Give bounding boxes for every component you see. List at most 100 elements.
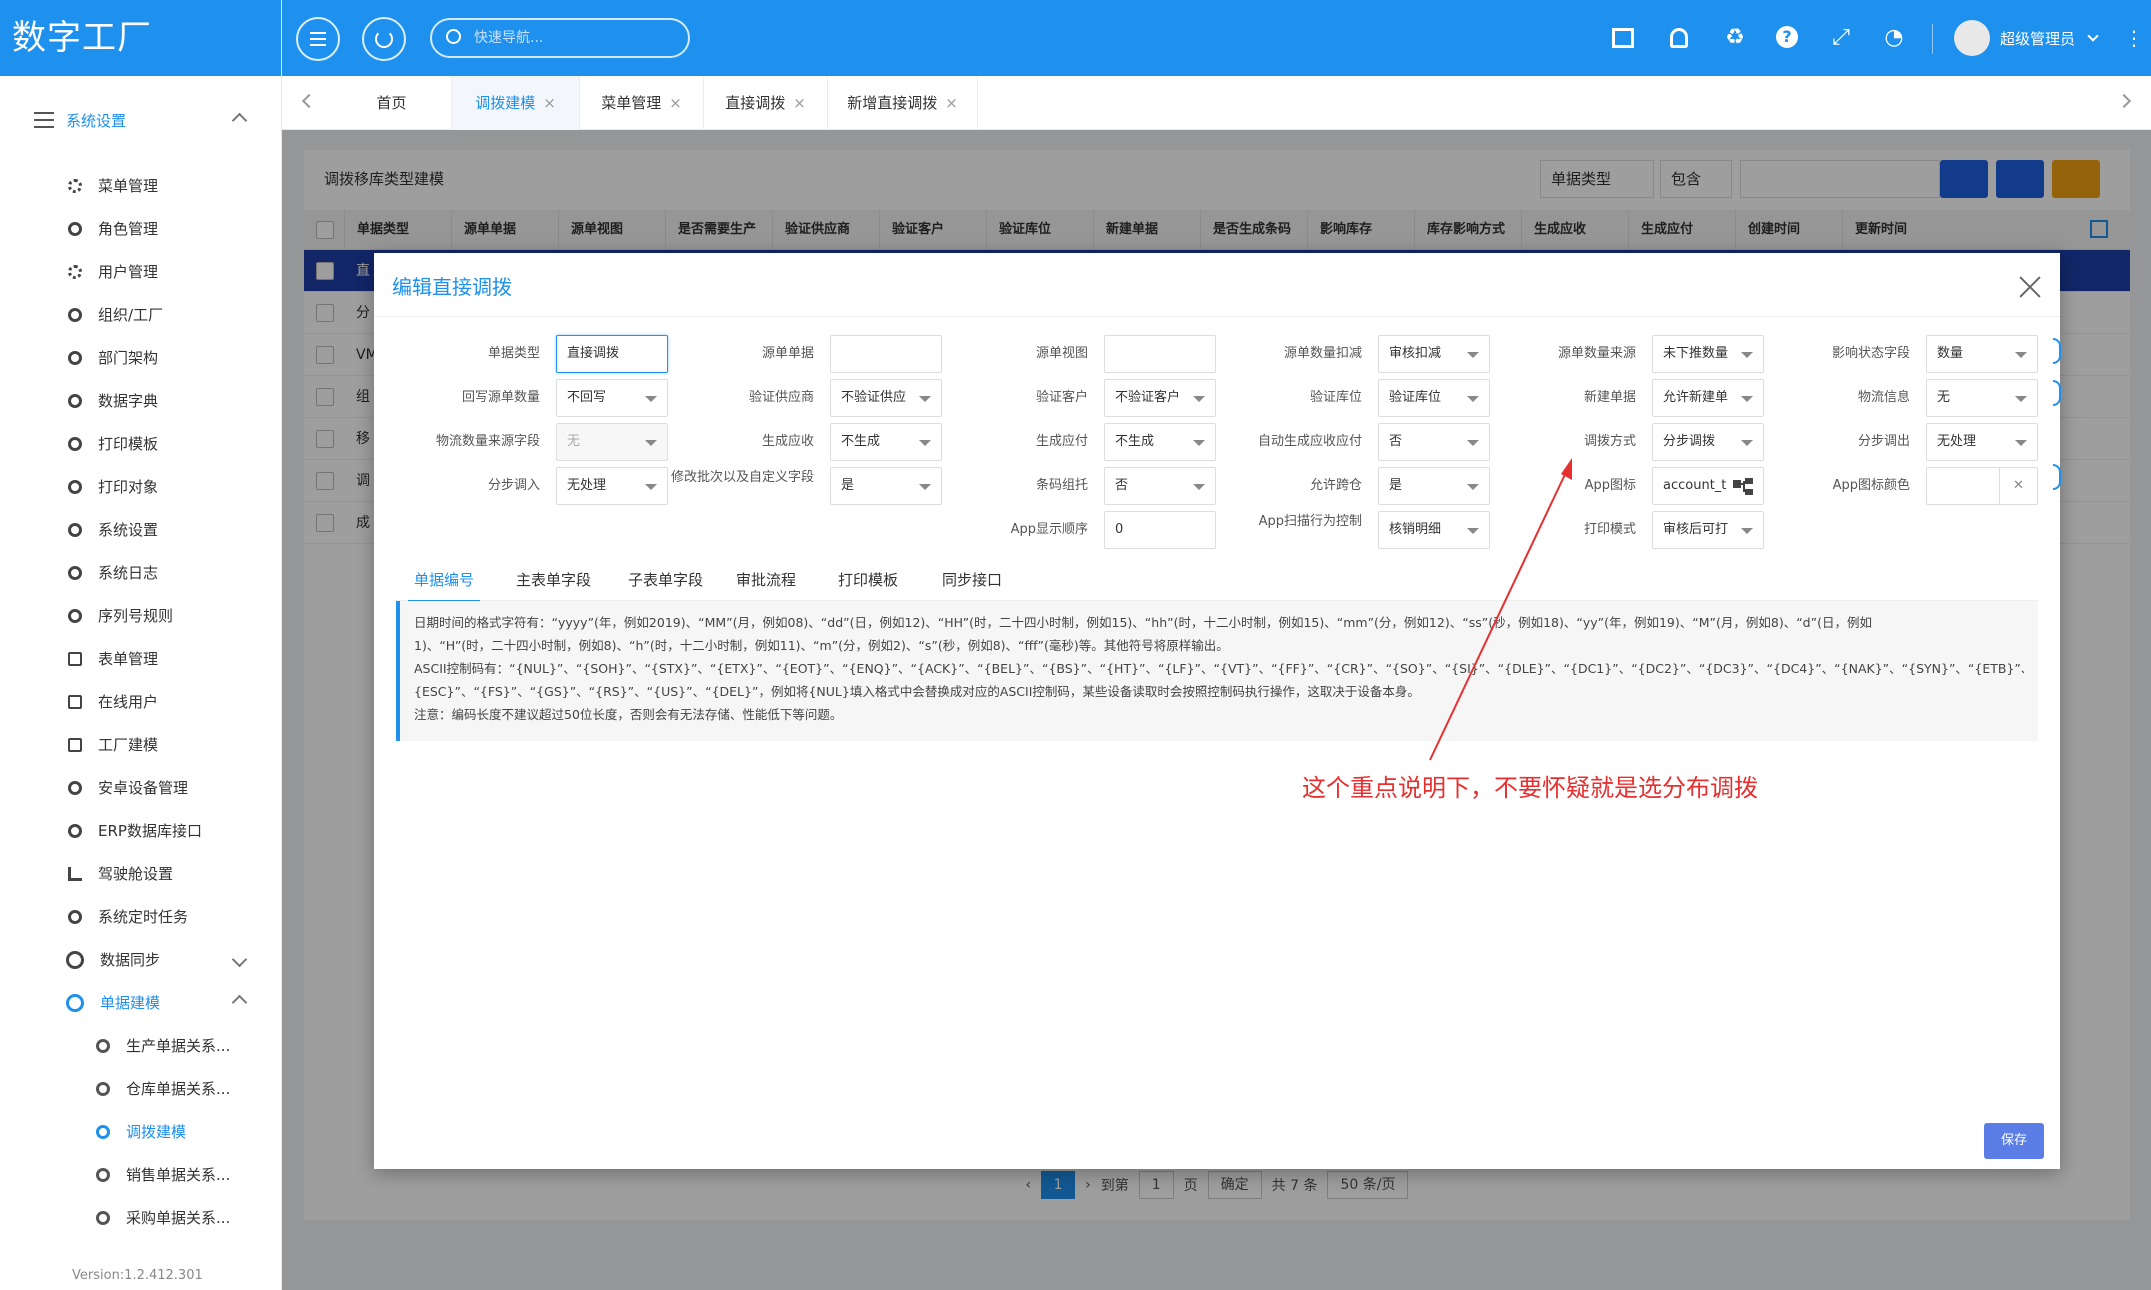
field-value: 核销明细 [1389, 522, 1442, 537]
sidebar-item-label: 菜单管理 [98, 177, 159, 195]
bell-icon[interactable] [1670, 28, 1688, 48]
list-icon [34, 112, 54, 128]
dialog-tab[interactable]: 子表单字段 [628, 559, 703, 601]
sidebar-group-data-sync[interactable]: 数据同步 [0, 938, 281, 981]
user-menu[interactable]: 超级管理员 [1954, 20, 2099, 56]
close-icon[interactable]: × [945, 94, 958, 112]
sidebar-item[interactable]: 系统日志 [0, 551, 281, 594]
circle-icon [68, 565, 82, 580]
close-icon[interactable]: × [669, 94, 682, 112]
sidebar-sub-item[interactable]: 仓库单据关系... [0, 1067, 281, 1110]
compass-icon [68, 608, 82, 623]
select-field[interactable]: 无 [1926, 379, 2038, 417]
chevron-up-icon [231, 112, 248, 128]
tab-item[interactable]: 菜单管理 × [580, 76, 704, 130]
sidebar-sub-item[interactable]: 销售单据关系... [0, 1153, 281, 1196]
sidebar-item[interactable]: 角色管理 [0, 207, 281, 250]
database-icon [66, 950, 84, 969]
dialog-tab[interactable]: 单据编号 [407, 559, 481, 602]
dropdown-caret-icon [2015, 440, 2027, 446]
sidebar-item[interactable]: 驾驶舱设置 [0, 852, 281, 895]
sidebar-item[interactable]: 在线用户 [0, 680, 281, 723]
select-field[interactable]: 数量 [1926, 335, 2038, 373]
quick-nav-search[interactable]: 快速导航... [430, 18, 690, 58]
field-label: 验证供应商 [748, 390, 814, 405]
note-line: ASCII控制码有：“{NUL}”、“{SOH}”、“{STX}”、“{ETX}… [414, 661, 2024, 676]
sidebar-item[interactable]: 菜单管理 [0, 164, 281, 207]
sidebar-sub-item[interactable]: 采购单据关系... [0, 1196, 281, 1239]
dialog-tab[interactable]: 主表单字段 [516, 559, 591, 601]
refresh-button[interactable] [362, 17, 406, 61]
field-value: 数量 [1937, 346, 1964, 361]
color-picker-field[interactable]: ✕ [1926, 467, 2038, 505]
help-icon[interactable]: ? [1776, 26, 1798, 48]
sidebar-group-system-settings[interactable]: 系统设置 [0, 76, 281, 164]
sidebar-item[interactable]: 用户管理 [0, 250, 281, 293]
clock-icon [68, 909, 82, 924]
sidebar-item[interactable]: 数据字典 [0, 379, 281, 422]
sidebar-item[interactable]: 工厂建模 [0, 723, 281, 766]
field-label: 修改批次以及自定义字段 [670, 470, 814, 485]
tab-item[interactable]: 调拨建模 × [452, 76, 580, 130]
field-value: 直接调拨 [567, 346, 620, 361]
field-label: App图标颜色 [1832, 478, 1910, 493]
save-button[interactable]: 保存 [1984, 1123, 2044, 1159]
dialog-tab[interactable]: 同步接口 [942, 559, 1002, 601]
sidebar-group-label: 系统设置 [66, 111, 127, 130]
sidebar-item[interactable]: 组织/工厂 [0, 293, 281, 336]
field-label: App图标 [1584, 478, 1636, 493]
chevron-right-icon[interactable] [2116, 93, 2132, 109]
select-field[interactable]: 无处理 [1926, 423, 2038, 461]
sidebar-item[interactable]: 表单管理 [0, 637, 281, 680]
topbar-divider [1932, 24, 1933, 54]
close-icon[interactable] [2018, 275, 2042, 299]
sidebar-sub-item-label: 仓库单据关系... [126, 1080, 231, 1098]
sidebar-sub-item-label: 调拨建模 [126, 1123, 187, 1141]
app-logo: 数字工厂 [0, 0, 281, 76]
tab-item[interactable]: 新增直接调拨 × [828, 76, 978, 130]
field-label: 源单视图 [1035, 346, 1088, 361]
dashboard-icon[interactable]: ◔ [1882, 26, 1906, 50]
sidebar-group-doc-model[interactable]: 单据建模 [0, 981, 281, 1024]
recycle-icon[interactable]: ♻ [1723, 26, 1747, 50]
dialog-tab[interactable]: 打印模板 [838, 559, 898, 601]
circle-icon [68, 823, 82, 838]
field-value: 是 [1389, 478, 1403, 493]
field-label: 条码组托 [1035, 478, 1088, 493]
sidebar-item[interactable]: 序列号规则 [0, 594, 281, 637]
chevron-down-icon [2087, 29, 2099, 42]
sidebar-item[interactable]: 安卓设备管理 [0, 766, 281, 809]
sidebar-sub-item-label: 生产单据关系... [126, 1037, 231, 1055]
fullscreen-icon[interactable]: ⤢ [1829, 26, 1853, 50]
sidebar-item[interactable]: 系统设置 [0, 508, 281, 551]
select-field[interactable]: 审核后可打 [1652, 511, 1764, 549]
dialog-title: 编辑直接调拨 [392, 275, 512, 299]
tab-item[interactable]: 首页 [332, 76, 452, 130]
clear-icon[interactable]: ✕ [1999, 468, 2037, 504]
dropdown-caret-icon [2015, 396, 2027, 402]
field-value: 不回写 [567, 390, 607, 405]
sidebar-sub-item[interactable]: 生产单据关系... [0, 1024, 281, 1067]
note-line: {ESC}”、“{FS}”、“{GS}”、“{RS}”、“{US}”、“{DEL… [414, 684, 1420, 699]
sidebar-item-label: 部门架构 [98, 349, 159, 367]
dialog-tab[interactable]: 审批流程 [736, 559, 796, 601]
close-icon[interactable]: × [793, 94, 806, 112]
windows-icon[interactable] [1612, 28, 1634, 48]
chevron-left-icon[interactable] [301, 93, 317, 109]
sidebar-sub-item[interactable]: 调拨建模 [0, 1110, 281, 1153]
sidebar-group-label: 数据同步 [100, 951, 161, 969]
sidebar-item[interactable]: 系统定时任务 [0, 895, 281, 938]
field-value: 验证库位 [1389, 390, 1442, 405]
sidebar-item[interactable]: 部门架构 [0, 336, 281, 379]
sidebar-item[interactable]: 打印对象 [0, 465, 281, 508]
more-vertical-icon[interactable]: ⋮ [2122, 26, 2146, 50]
app-root: 数字工厂 系统设置 菜单管理 角色管理 用户管理 组织/工厂 部门架构 数据字典 打印模板打… [0, 0, 2151, 1290]
menu-toggle-button[interactable] [296, 17, 340, 61]
note-line: 1)、“H”(时，二十四小时制，例如8)、“h”(时，十二小时制，例如11)、“… [414, 638, 1229, 653]
sidebar-item[interactable]: 打印模板 [0, 422, 281, 465]
tab-item[interactable]: 直接调拨 × [704, 76, 828, 130]
field-label: 物流信息 [1857, 390, 1910, 405]
sidebar-item[interactable]: ERP数据库接口 [0, 809, 281, 852]
close-icon[interactable]: × [543, 94, 556, 112]
sidebar-sub-item-label: 采购单据关系... [126, 1209, 231, 1227]
